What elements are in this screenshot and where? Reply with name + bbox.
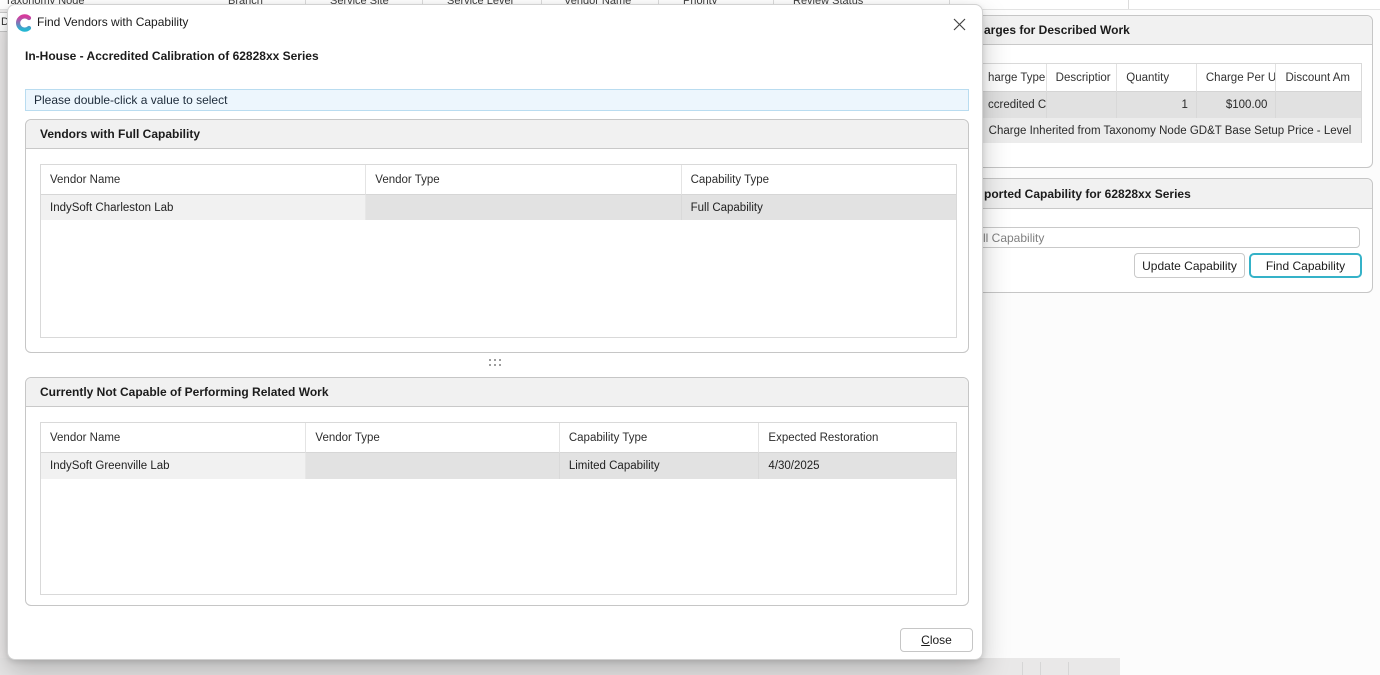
charge-type-cell: ccredited Ca	[979, 92, 1047, 118]
quantity-cell: 1	[1117, 92, 1197, 118]
capability-group-title: ported Capability for 62828xx Series	[984, 187, 1191, 201]
full-capability-group-title: Vendors with Full Capability	[40, 127, 200, 141]
charge-inherited-note: Charge Inherited from Taxonomy Node GD&T…	[979, 118, 1361, 143]
col-header-vendor-type[interactable]: Vendor Type	[306, 423, 559, 453]
vendor-name-cell: IndySoft Greenville Lab	[41, 453, 306, 479]
not-capable-table: Vendor Name Vendor Type Capability Type …	[40, 422, 957, 595]
close-button[interactable]: Close	[900, 628, 973, 652]
vendor-name-cell: IndySoft Charleston Lab	[41, 195, 366, 220]
not-capable-groupbox: Currently Not Capable of Performing Rela…	[25, 377, 969, 606]
full-capability-table-header: Vendor Name Vendor Type Capability Type	[41, 165, 956, 195]
not-capable-group-title: Currently Not Capable of Performing Rela…	[40, 385, 329, 399]
col-header-vendor-name[interactable]: Vendor Name	[41, 165, 366, 195]
col-header-vendor-type[interactable]: Vendor Type	[366, 165, 681, 195]
instruction-bar: Please double-click a value to select	[25, 89, 969, 111]
discount-cell	[1276, 92, 1361, 118]
capability-type-cell: Limited Capability	[560, 453, 760, 479]
screen: Taxonomy Node Branch Service Site Servic…	[0, 0, 1380, 675]
charge-per-unit-cell: $100.00	[1197, 92, 1277, 118]
col-header-capability-type[interactable]: Capability Type	[682, 165, 956, 195]
app-logo-icon	[15, 14, 33, 32]
charges-col-header[interactable]: Charge Per U	[1197, 64, 1277, 92]
charges-group-header: arges for Described Work	[963, 16, 1372, 45]
table-row[interactable]: IndySoft Greenville Lab Limited Capabili…	[41, 453, 956, 479]
dialog-title: Find Vendors with Capability	[37, 15, 188, 29]
full-capability-table: Vendor Name Vendor Type Capability Type …	[40, 164, 957, 338]
find-vendors-dialog: Find Vendors with Capability In-House - …	[7, 4, 983, 660]
charges-col-header[interactable]: Discount Am	[1276, 64, 1361, 92]
charges-grid-header: harge Type Descriptior Quantity Charge P…	[979, 64, 1361, 92]
description-cell	[1047, 92, 1118, 118]
charges-grid: harge Type Descriptior Quantity Charge P…	[978, 63, 1362, 143]
update-capability-button[interactable]: Update Capability	[1134, 253, 1245, 278]
close-button-label: Close	[921, 633, 952, 647]
not-capable-table-header: Vendor Name Vendor Type Capability Type …	[41, 423, 956, 453]
capability-input[interactable]: ll Capability	[974, 227, 1360, 248]
dialog-subtitle: In-House - Accredited Calibration of 628…	[25, 49, 319, 63]
full-capability-group-header: Vendors with Full Capability	[26, 120, 968, 149]
find-capability-button[interactable]: Find Capability	[1249, 253, 1362, 278]
col-header-vendor-name[interactable]: Vendor Name	[41, 423, 306, 453]
expected-restoration-cell: 4/30/2025	[759, 453, 956, 479]
col-header-capability-type[interactable]: Capability Type	[560, 423, 760, 453]
vendor-type-cell	[366, 195, 681, 220]
charges-row[interactable]: ccredited Ca 1 $100.00	[979, 92, 1361, 118]
capability-type-cell: Full Capability	[682, 195, 956, 220]
full-capability-groupbox: Vendors with Full Capability Vendor Name…	[25, 119, 969, 353]
charges-group-title: arges for Described Work	[984, 23, 1130, 37]
col-header-expected-restoration[interactable]: Expected Restoration	[759, 423, 956, 453]
vendor-type-cell	[306, 453, 559, 479]
close-icon[interactable]	[944, 11, 974, 37]
table-row[interactable]: IndySoft Charleston Lab Full Capability	[41, 195, 956, 220]
splitter-handle[interactable]	[489, 359, 505, 367]
charges-col-header[interactable]: Quantity	[1117, 64, 1197, 92]
charges-col-header[interactable]: Descriptior	[1047, 64, 1118, 92]
not-capable-group-header: Currently Not Capable of Performing Rela…	[26, 378, 968, 407]
charges-col-header[interactable]: harge Type	[979, 64, 1047, 92]
background-bottom-strip	[0, 658, 1120, 675]
capability-group-header: ported Capability for 62828xx Series	[963, 179, 1372, 209]
